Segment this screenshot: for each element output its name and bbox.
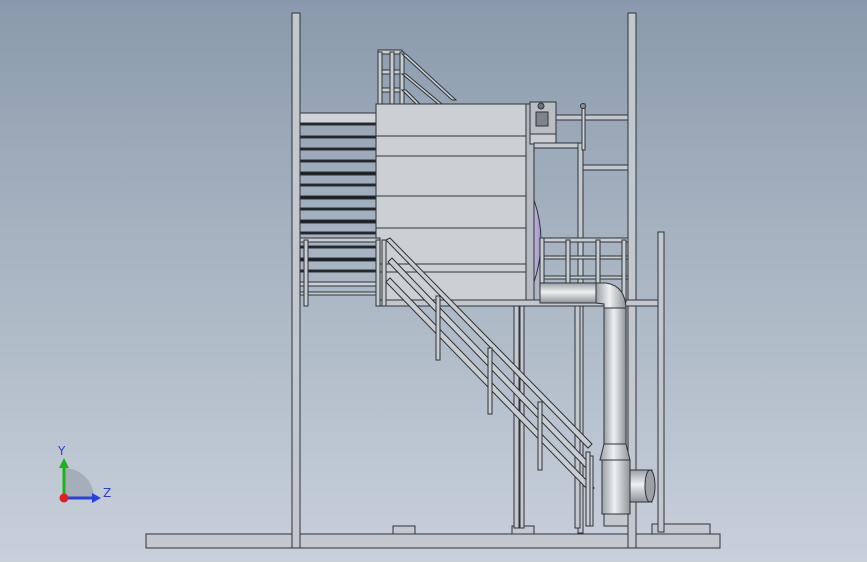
louver-panel — [299, 112, 377, 285]
top-handrail — [377, 49, 458, 105]
platform-post — [574, 305, 581, 529]
duct-vertical — [603, 307, 627, 445]
frame-column-left — [291, 12, 301, 549]
triad-z-label: Z — [103, 486, 111, 500]
upper-beam — [533, 142, 583, 149]
structure-drawing: Y Z — [57, 12, 721, 549]
upper-beam — [555, 114, 629, 121]
triad-quarter-disc — [64, 468, 94, 498]
fan-box — [601, 459, 631, 515]
triad-y-label: Y — [57, 444, 66, 458]
orientation-triad: Y Z — [57, 444, 111, 503]
cad-viewport[interactable]: Y Z — [0, 0, 867, 562]
outer-post — [657, 231, 665, 533]
duct-reducer — [599, 443, 631, 461]
upper-beam — [581, 164, 629, 171]
base-block — [392, 525, 416, 535]
